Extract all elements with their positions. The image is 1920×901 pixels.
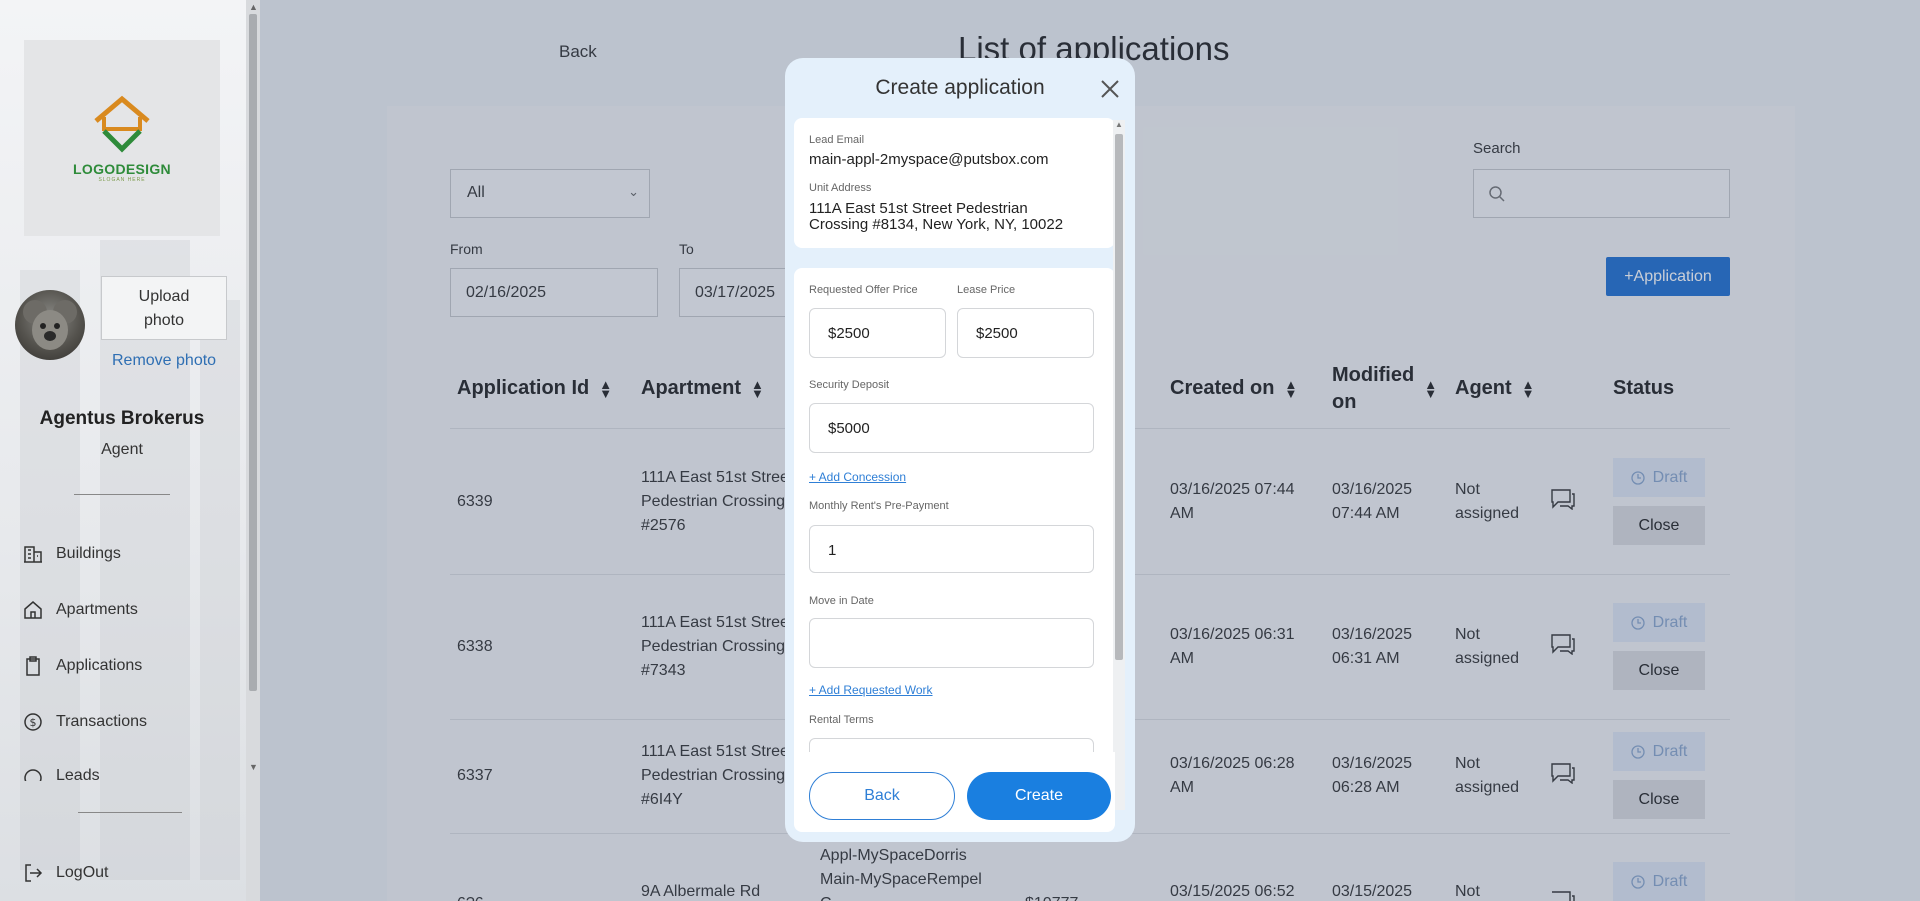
modal-title: Create application bbox=[875, 76, 1045, 99]
clipboard-icon bbox=[22, 655, 44, 677]
scrollbar-thumb[interactable] bbox=[249, 14, 257, 691]
nav-label: Transactions bbox=[56, 713, 147, 730]
rental-terms-label: Rental Terms bbox=[809, 714, 874, 726]
application-form-panel: Requested Offer Price $2500 Lease Price … bbox=[794, 268, 1115, 808]
lead-email-label: Lead Email bbox=[809, 134, 865, 146]
scrollbar-thumb[interactable] bbox=[1115, 134, 1123, 660]
create-application-modal: Create application Lead Email main-appl-… bbox=[785, 58, 1135, 842]
svg-text:$: $ bbox=[30, 716, 37, 729]
nav-item-applications[interactable]: Applications bbox=[22, 655, 142, 677]
prepayment-label: Monthly Rent's Pre-Payment bbox=[809, 500, 949, 512]
nav-label: Leads bbox=[56, 767, 100, 781]
nav-item-apartments[interactable]: Apartments bbox=[22, 599, 138, 621]
offer-price-input[interactable]: $2500 bbox=[809, 308, 946, 358]
nav-label: Apartments bbox=[56, 601, 138, 618]
lease-price-label: Lease Price bbox=[957, 284, 1016, 296]
logout-button[interactable]: LogOut bbox=[22, 862, 108, 884]
logout-label: LogOut bbox=[56, 864, 109, 881]
scroll-down-arrow[interactable]: ▼ bbox=[249, 762, 258, 772]
nav-item-leads[interactable]: Leads bbox=[22, 767, 100, 781]
back-button[interactable]: Back bbox=[809, 772, 955, 820]
upload-label-line2: photo bbox=[143, 312, 185, 329]
divider bbox=[74, 494, 170, 495]
leads-icon bbox=[22, 767, 44, 781]
modal-scrollbar[interactable]: ▲ bbox=[1113, 120, 1125, 810]
nav-label: Buildings bbox=[56, 545, 121, 562]
nav-item-buildings[interactable]: Buildings bbox=[22, 543, 121, 565]
dollar-cycle-icon: $ bbox=[22, 711, 44, 733]
security-deposit-label: Security Deposit bbox=[809, 379, 890, 391]
add-concession-link[interactable]: + Add Concession bbox=[809, 470, 906, 484]
scroll-up-arrow[interactable]: ▲ bbox=[1115, 120, 1123, 129]
move-in-date-label: Move in Date bbox=[809, 595, 874, 607]
user-name: Agentus Brokerus bbox=[39, 408, 205, 429]
offer-price-label: Requested Offer Price bbox=[809, 284, 918, 296]
close-icon[interactable] bbox=[1099, 78, 1121, 100]
nav-item-transactions[interactable]: $ Transactions bbox=[22, 711, 147, 733]
add-requested-work-link[interactable]: + Add Requested Work bbox=[809, 683, 933, 697]
company-logo: LOGODESIGN SLOGAN HERE bbox=[24, 40, 220, 236]
create-button[interactable]: Create bbox=[967, 772, 1111, 820]
unit-address-label: Unit Address bbox=[809, 182, 872, 194]
sidebar-scrollbar[interactable]: ▲ ▼ bbox=[246, 0, 260, 901]
upload-photo-button[interactable]: Upload photo bbox=[101, 276, 227, 340]
lease-price-input[interactable]: $2500 bbox=[957, 308, 1094, 358]
move-in-date-input[interactable] bbox=[809, 618, 1094, 668]
logo-slogan: SLOGAN HERE bbox=[98, 177, 146, 183]
home-icon bbox=[22, 599, 44, 621]
unit-address-line: Crossing #8134, New York, NY, 10022 bbox=[809, 216, 1064, 233]
avatar bbox=[15, 290, 85, 360]
building-icon bbox=[22, 543, 44, 565]
nav-label: Applications bbox=[56, 657, 143, 674]
sidebar: LOGODESIGN SLOGAN HERE Upload photo Remo… bbox=[0, 0, 246, 901]
upload-label-line1: Upload bbox=[138, 288, 190, 305]
unit-address-line: 111A East 51st Street Pedestrian bbox=[809, 200, 1028, 217]
remove-photo-link[interactable]: Remove photo bbox=[112, 352, 216, 370]
scroll-up-arrow[interactable]: ▲ bbox=[249, 2, 258, 12]
divider bbox=[78, 812, 182, 813]
user-role: Agent bbox=[101, 441, 143, 458]
logo-text: LOGODESIGN bbox=[73, 161, 171, 177]
lead-email-value: main-appl-2myspace@putsbox.com bbox=[809, 151, 1049, 168]
prepayment-input[interactable]: 1 bbox=[809, 525, 1094, 573]
security-deposit-input[interactable]: $5000 bbox=[809, 403, 1094, 453]
logo-house-icon bbox=[94, 95, 150, 153]
logout-icon bbox=[22, 862, 44, 884]
